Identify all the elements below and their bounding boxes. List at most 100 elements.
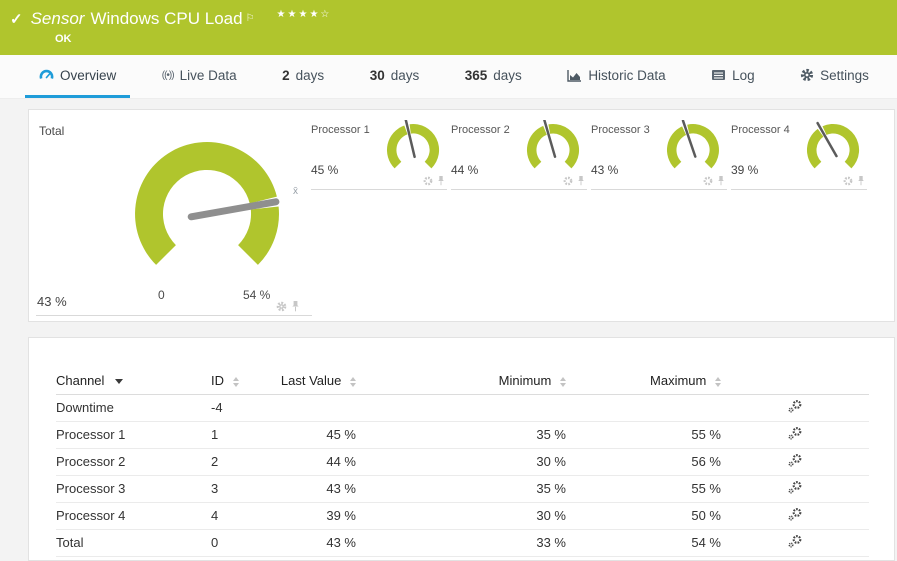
gear-icon[interactable] xyxy=(423,176,433,186)
table-header-row: Channel ID Last Value Minimum Maximum xyxy=(56,368,869,395)
processor-2-gauge xyxy=(526,120,580,169)
cell-last-value: 43 % xyxy=(266,529,356,557)
cell-minimum: 35 % xyxy=(356,421,566,449)
table-row: Processor 2 2 44 % 30 % 56 % xyxy=(56,448,869,476)
column-header-minimum[interactable]: Minimum xyxy=(356,368,566,395)
priority-stars[interactable]: ★★★★☆ xyxy=(277,9,332,20)
gear-icon[interactable] xyxy=(843,176,853,186)
gauges-panel: Total 0 54 % x̄ 43 % Processor 1 45 % Pr… xyxy=(28,109,895,322)
cell-id: 1 xyxy=(211,421,266,449)
cell-id: 0 xyxy=(211,529,266,557)
gauge-min-label: 0 xyxy=(158,288,165,302)
tab-historic-data[interactable]: Historic Data xyxy=(553,55,679,98)
cell-minimum: 35 % xyxy=(356,475,566,503)
average-marker: x̄ xyxy=(293,186,298,197)
tab-number: 30 xyxy=(369,67,385,83)
column-header-last-value[interactable]: Last Value xyxy=(266,368,356,395)
channel-settings-icon[interactable] xyxy=(787,507,803,522)
table-row: Processor 4 4 39 % 30 % 50 % xyxy=(56,502,869,530)
pin-icon[interactable] xyxy=(857,175,865,186)
column-label: ID xyxy=(211,373,224,389)
column-header-id[interactable]: ID xyxy=(211,368,266,395)
pin-icon[interactable] xyxy=(717,175,725,186)
page-title: Sensor Windows CPU Load ⚐ xyxy=(31,8,255,30)
pin-icon[interactable] xyxy=(577,175,585,186)
table-row: Processor 3 3 43 % 35 % 55 % xyxy=(56,475,869,503)
cell-maximum: 55 % xyxy=(566,421,721,449)
tab-label: Overview xyxy=(60,67,117,83)
table-row: Total 0 43 % 33 % 54 % xyxy=(56,529,869,557)
gear-icon[interactable] xyxy=(563,176,573,186)
gear-icon[interactable] xyxy=(276,301,287,312)
content-area: Total 0 54 % x̄ 43 % Processor 1 45 % Pr… xyxy=(0,99,897,561)
cell-maximum: 55 % xyxy=(566,475,721,503)
table-row: Processor 1 1 45 % 35 % 55 % xyxy=(56,421,869,449)
flag-icon[interactable]: ⚐ xyxy=(246,13,255,24)
channel-settings-icon[interactable] xyxy=(787,453,803,468)
column-label: Maximum xyxy=(650,373,707,389)
sort-icon xyxy=(232,376,239,387)
processor-1-gauge xyxy=(386,120,440,169)
tab-bar: Overview ((•)) Live Data 2 days 30 days … xyxy=(0,55,897,99)
processor-3-gauge-cell: Processor 3 43 % xyxy=(591,118,727,190)
sort-icon xyxy=(350,376,356,387)
sensor-header: ✓ Sensor Windows CPU Load ⚐ ★★★★☆ OK xyxy=(0,0,897,55)
cell-channel: Processor 2 xyxy=(56,448,211,476)
channel-settings-icon[interactable] xyxy=(787,426,803,441)
tab-overview[interactable]: Overview xyxy=(25,55,131,98)
cell-last-value: 43 % xyxy=(266,475,356,503)
tab-number: 365 xyxy=(464,67,488,83)
sort-icon xyxy=(560,376,566,387)
column-header-settings xyxy=(721,368,869,395)
gauge-cell-icons xyxy=(703,175,725,186)
channels-panel: Channel ID Last Value Minimum Maximum Do… xyxy=(28,337,895,561)
column-header-channel[interactable]: Channel xyxy=(56,368,211,395)
column-header-maximum[interactable]: Maximum xyxy=(566,368,721,395)
tab-label: Historic Data xyxy=(588,67,666,83)
gauge-value: 39 % xyxy=(731,163,759,177)
gauge-cell-icons xyxy=(563,175,585,186)
tab-settings[interactable]: Settings xyxy=(786,55,883,98)
tab-365-days[interactable]: 365 days xyxy=(451,55,536,98)
pin-icon[interactable] xyxy=(291,300,300,312)
total-gauge-cell: Total 0 54 % x̄ 43 % xyxy=(36,116,312,316)
processor-2-gauge-cell: Processor 2 44 % xyxy=(451,118,587,190)
cell-id: 3 xyxy=(211,475,266,503)
cell-minimum: 30 % xyxy=(356,502,566,530)
cell-minimum: 30 % xyxy=(356,448,566,476)
log-icon xyxy=(712,70,726,80)
channel-settings-icon[interactable] xyxy=(787,480,803,495)
tab-label: days xyxy=(390,67,420,83)
gauge-max-label: 54 % xyxy=(243,288,271,302)
gear-icon[interactable] xyxy=(703,176,713,186)
total-gauge xyxy=(135,142,280,265)
tab-label: days xyxy=(493,67,522,83)
gauge-value: 45 % xyxy=(311,163,339,177)
gauge-cell-icons xyxy=(423,175,445,186)
title-prefix: Sensor xyxy=(30,9,85,28)
channel-table: Channel ID Last Value Minimum Maximum Do… xyxy=(56,368,869,557)
historic-data-icon xyxy=(567,69,582,82)
column-label: Minimum xyxy=(498,373,552,389)
gauge-value: 43 % xyxy=(591,163,619,177)
tab-label: Settings xyxy=(820,67,869,83)
cell-id: 4 xyxy=(211,502,266,530)
channel-settings-icon[interactable] xyxy=(787,399,803,414)
cell-channel: Total xyxy=(56,529,211,557)
processor-1-gauge-cell: Processor 1 45 % xyxy=(311,118,447,190)
tab-2-days[interactable]: 2 days xyxy=(268,55,338,98)
tab-30-days[interactable]: 30 days xyxy=(356,55,434,98)
tab-number: 2 xyxy=(282,67,290,83)
channel-settings-icon[interactable] xyxy=(787,534,803,549)
cell-id: -4 xyxy=(211,394,266,422)
sort-icon xyxy=(715,376,721,387)
column-label: Last Value xyxy=(280,373,342,389)
live-data-icon: ((•)) xyxy=(161,69,175,81)
tab-label: Log xyxy=(732,67,755,83)
tab-live-data[interactable]: ((•)) Live Data xyxy=(148,55,251,98)
pin-icon[interactable] xyxy=(437,175,445,186)
cell-channel: Processor 3 xyxy=(56,475,211,503)
tab-log[interactable]: Log xyxy=(697,55,769,98)
cell-maximum: 56 % xyxy=(566,448,721,476)
cell-last-value: 44 % xyxy=(266,448,356,476)
